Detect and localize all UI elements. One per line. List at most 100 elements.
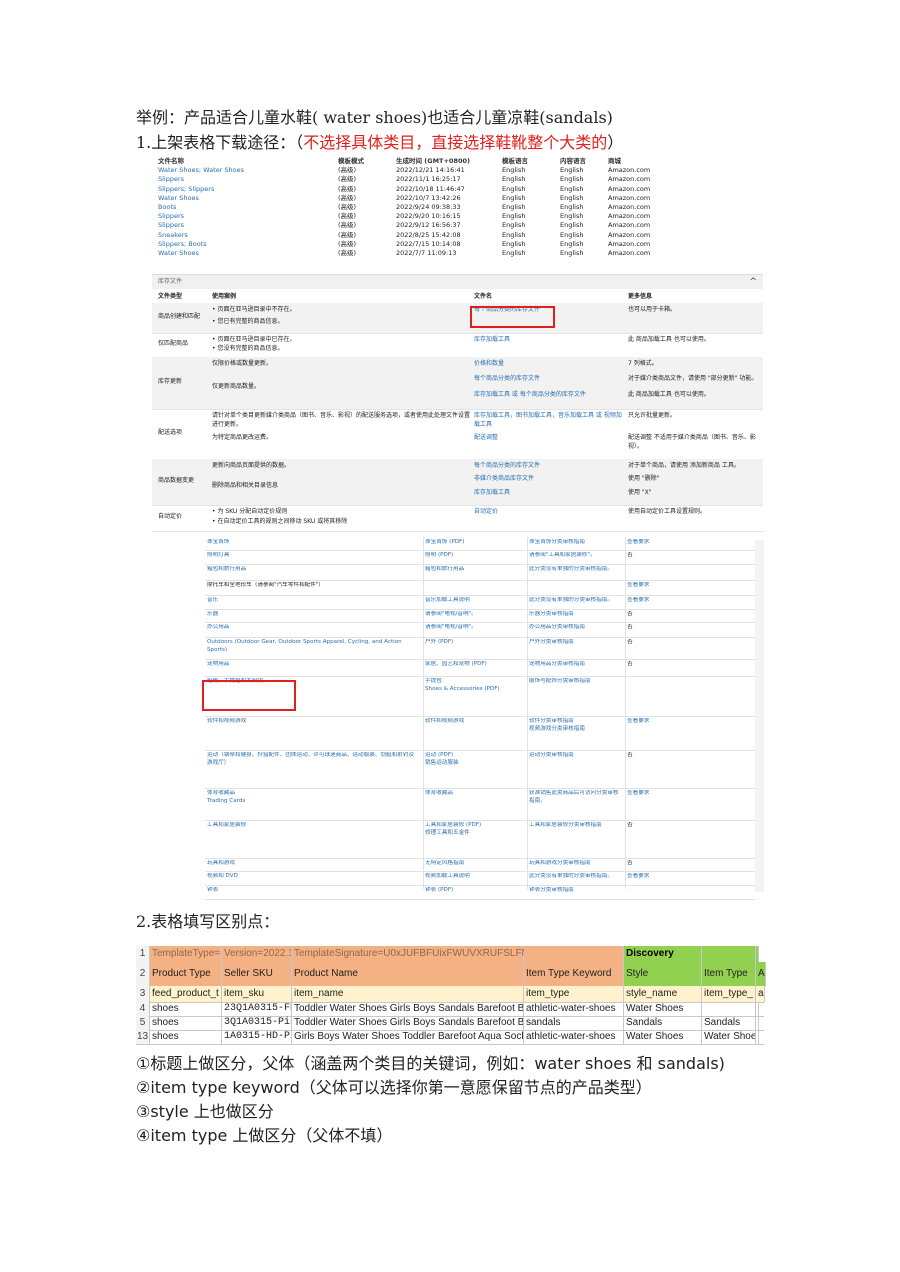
category-name[interactable]: 音乐 (207, 597, 419, 605)
category-link[interactable]: 软件和视频游戏 (425, 718, 525, 726)
category-link[interactable]: 工具和家居装修 (PDF) 修理工具和五金件 (425, 822, 525, 837)
sheet-cell[interactable]: shoes (150, 1016, 222, 1030)
approval-status[interactable]: 查看要求 (627, 873, 747, 881)
category-link[interactable]: 户外分类审核指南 (529, 639, 623, 647)
category-link[interactable]: 办公用品分类审核指南 (529, 624, 623, 632)
sheet-cell[interactable]: 1A0315-HD-Pi (222, 1030, 292, 1044)
file-name-link[interactable]: Water Shoes; Water Shoes (158, 166, 338, 175)
category-link[interactable]: 运动 (PDF) 销售运动服装 (425, 752, 525, 767)
sheet-cell[interactable]: item_type (524, 986, 624, 1002)
file-name-link[interactable]: 自动定价 (474, 508, 624, 517)
sheet-cell[interactable] (756, 1016, 759, 1030)
category-link[interactable]: 体育收藏品 (425, 790, 525, 798)
sheet-cell[interactable]: Toddler Water Shoes Girls Boys Sandals B… (292, 1016, 524, 1030)
category-link[interactable]: 获准销售此类商品后可访问分类审核指南。 (529, 790, 623, 805)
approval-status[interactable]: 查看要求 (627, 597, 747, 605)
category-link[interactable]: 珠宝首饰 (PDF) (425, 539, 525, 547)
sheet-cell[interactable]: 23Q1A0315-FBA (222, 1002, 292, 1016)
category-link[interactable]: 无特定风格指南 (425, 860, 525, 868)
category-link[interactable]: 箱包和旅行用品 (425, 566, 525, 574)
sheet-cell[interactable]: Water Shoe (702, 1030, 756, 1044)
category-link[interactable]: 家居、园艺和宠物 (PDF) (425, 661, 525, 669)
category-name[interactable]: 摩托车和全地形车（请参阅"汽车零件和配件"） (207, 582, 419, 590)
file-name-link[interactable]: 非媒介类商品库存文件 (474, 475, 624, 484)
sheet-cell[interactable]: Product Type (150, 962, 222, 986)
category-name[interactable]: 玩具和游戏 (207, 860, 419, 868)
file-name-link[interactable]: Slippers; Slippers (158, 185, 338, 194)
category-name[interactable]: 照明灯具 (207, 552, 419, 560)
collapse-caret-icon[interactable]: ^ (749, 275, 757, 289)
sheet-cell[interactable]: Girls Boys Water Shoes Toddler Barefoot … (292, 1030, 524, 1044)
sheet-cell[interactable] (756, 946, 759, 962)
category-link[interactable]: 服饰与配饰分类审核指南 (529, 678, 623, 686)
category-link[interactable]: 钟表 (PDF) (425, 887, 525, 895)
category-link[interactable]: 工具和家居装修分类审核指南 (529, 822, 623, 830)
category-link[interactable]: 此分类没有单独的分类审核指南。 (529, 566, 623, 574)
sheet-cell[interactable]: shoes (150, 1030, 222, 1044)
category-link[interactable]: 此分类没有单独的分类审核指南。 (529, 597, 623, 605)
approval-status[interactable]: 查看要求 (627, 582, 747, 590)
file-name-link[interactable]: Slippers (158, 221, 338, 230)
category-link[interactable]: 宠物用品分类审核指南 (529, 661, 623, 669)
sheet-cell[interactable]: Sandals (624, 1016, 702, 1030)
file-name-link[interactable]: Sneakers (158, 231, 338, 240)
file-name-link[interactable]: 库存加载工具 或 每个商品分类的库存文件 (474, 391, 624, 400)
sheet-cell[interactable] (756, 1030, 759, 1044)
sheet-cell[interactable] (524, 946, 624, 962)
approval-status[interactable]: 查看要求 (627, 539, 747, 547)
category-name[interactable]: 体育收藏品 Trading Cards (207, 790, 419, 805)
sheet-cell[interactable]: Water Shoes (624, 1002, 702, 1016)
category-link[interactable]: 请参阅"工具和家居装修"。 (529, 552, 623, 560)
sheet-cell[interactable]: A (756, 962, 766, 986)
file-name-link[interactable]: Water Shoes (158, 194, 338, 203)
sheet-cell[interactable]: Product Name (292, 962, 524, 986)
category-name[interactable]: 宠物用品 (207, 661, 419, 669)
category-link[interactable]: 音乐加载工具说明 (425, 597, 525, 605)
sheet-cell[interactable]: Sandals (702, 1016, 756, 1030)
sheet-cell[interactable]: Item Type (702, 962, 756, 986)
sheet-cell[interactable]: Toddler Water Shoes Girls Boys Sandals B… (292, 1002, 524, 1016)
category-link[interactable]: 照明 (PDF) (425, 552, 525, 560)
panel-title-bar[interactable]: 库存文件 ^ (152, 275, 763, 289)
file-name-link[interactable]: 库存加载工具 (474, 489, 624, 498)
category-link[interactable]: 运动分类审核指南 (529, 752, 623, 760)
sheet-cell[interactable]: Item Type Keyword (524, 962, 624, 986)
sheet-cell[interactable]: Discovery (624, 946, 702, 962)
file-name-link[interactable]: 每个商品分类的库存文件 (474, 375, 624, 384)
sheet-cell[interactable]: TemplateSignature=U0xJUFBFUixFWUVXRUFSLF… (292, 946, 646, 962)
sheet-cell[interactable]: a (756, 986, 765, 1002)
category-name[interactable]: Outdoors (Outdoor Gear, Outdoor Sports A… (207, 639, 419, 654)
category-link[interactable]: 玩具和游戏分类审核指南 (529, 860, 623, 868)
sheet-cell[interactable] (702, 1002, 756, 1016)
sheet-cell[interactable]: item_type_ (702, 986, 756, 1002)
sheet-cell[interactable]: Version=2022.1 (222, 946, 292, 962)
category-name[interactable]: 运动（钢琴和健身、狩猎配件、团体运动、许可球迷商品、运动服装、划艇和射钓及游戏厅… (207, 752, 419, 767)
sheet-cell[interactable]: TemplateType= (150, 946, 222, 962)
sheet-cell[interactable]: 3Q1A0315-Pin (222, 1016, 292, 1030)
file-name-link[interactable]: Water Shoes (158, 249, 338, 258)
file-name-link[interactable]: Boots (158, 203, 338, 212)
category-link[interactable]: 请参阅"电视/音响"。 (425, 611, 525, 619)
sheet-cell[interactable]: style_name (624, 986, 702, 1002)
category-link[interactable]: 户外 (PDF) (425, 639, 525, 647)
category-name[interactable]: 钟表 (207, 887, 419, 895)
sheet-cell[interactable]: Water Shoes (624, 1030, 702, 1044)
approval-status[interactable]: 查看要求 (627, 718, 747, 726)
category-link[interactable]: 乐器分类审核指南 (529, 611, 623, 619)
file-name-link[interactable]: 价格和数量 (474, 360, 624, 369)
file-name-link[interactable]: 配送调整 (474, 434, 624, 443)
category-link[interactable]: 钟表分类审核指南 (529, 887, 623, 895)
category-table-scrollbar[interactable] (755, 540, 764, 892)
sheet-cell[interactable]: feed_product_t (150, 986, 222, 1002)
category-name[interactable]: 工具和家居装修 (207, 822, 419, 830)
category-link[interactable]: 珠宝首饰分类审核指南 (529, 539, 623, 547)
sheet-cell[interactable] (756, 1002, 759, 1016)
approval-status[interactable]: 查看要求 (627, 790, 747, 798)
file-name-link[interactable]: 库存加载工具，图书加载工具，音乐加载工具 或 视频加载工具 (474, 412, 624, 429)
category-link[interactable]: 手提包 Shoes & Accessories (PDF) (425, 678, 525, 693)
sheet-cell[interactable]: shoes (150, 1002, 222, 1016)
sheet-cell[interactable]: item_sku (222, 986, 292, 1002)
category-link[interactable]: 此分类没有单独的分类审核指南。 (529, 873, 623, 881)
sheet-cell[interactable]: sandals (524, 1016, 624, 1030)
category-name[interactable]: 箱包和旅行用品 (207, 566, 419, 574)
